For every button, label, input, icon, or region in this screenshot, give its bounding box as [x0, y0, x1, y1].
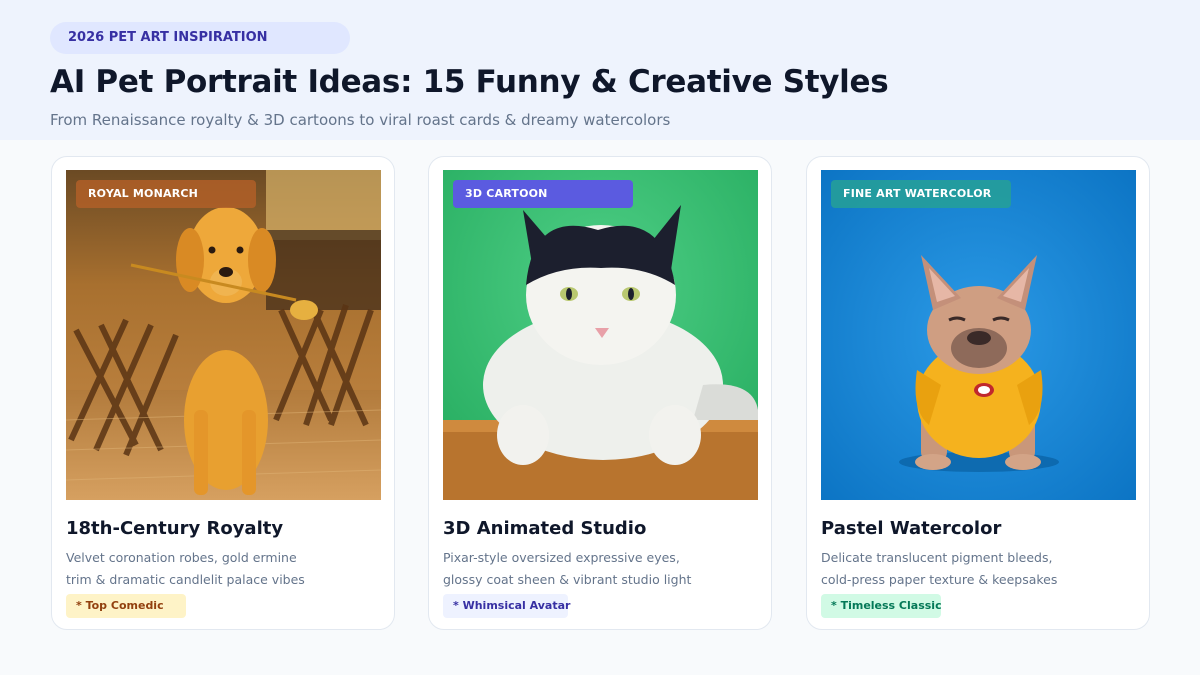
- style-card-royalty[interactable]: ROYAL MONARCH 18th-Century Royalty Velve…: [51, 156, 395, 630]
- card-title: 3D Animated Studio: [443, 518, 647, 539]
- card-description: Delicate translucent pigment bleeds, col…: [821, 550, 1058, 587]
- page-subtitle: From Renaissance royalty & 3D cartoons t…: [50, 111, 671, 129]
- badge-top-comedic: * Top Comedic: [66, 594, 186, 618]
- style-card-3d-cartoon[interactable]: 3D CARTOON 3D Animated Studio Pixar-styl…: [428, 156, 772, 630]
- card-description: Velvet coronation robes, gold ermine tri…: [66, 550, 305, 587]
- badge-whimsical-avatar: * Whimsical Avatar: [443, 594, 570, 618]
- card-title: 18th-Century Royalty: [66, 518, 284, 539]
- golden-retriever-photo: ROYAL MONARCH: [66, 170, 381, 500]
- badge-timeless-classic: * Timeless Classic: [821, 594, 942, 618]
- card-title: Pastel Watercolor: [821, 518, 1002, 539]
- style-tag: ROYAL MONARCH: [76, 180, 256, 208]
- style-tag: FINE ART WATERCOLOR: [831, 180, 1011, 208]
- style-tag: 3D CARTOON: [453, 180, 633, 208]
- page-title: AI Pet Portrait Ideas: 15 Funny & Creati…: [50, 64, 889, 100]
- card-description: Pixar-style oversized expressive eyes, g…: [443, 550, 692, 587]
- french-bulldog-photo: FINE ART WATERCOLOR: [821, 170, 1136, 500]
- style-card-watercolor[interactable]: FINE ART WATERCOLOR Pastel Watercolor De…: [806, 156, 1150, 630]
- eyebrow-pill: 2026 PET ART INSPIRATION: [50, 22, 350, 54]
- cat-photo: 3D CARTOON: [443, 170, 758, 500]
